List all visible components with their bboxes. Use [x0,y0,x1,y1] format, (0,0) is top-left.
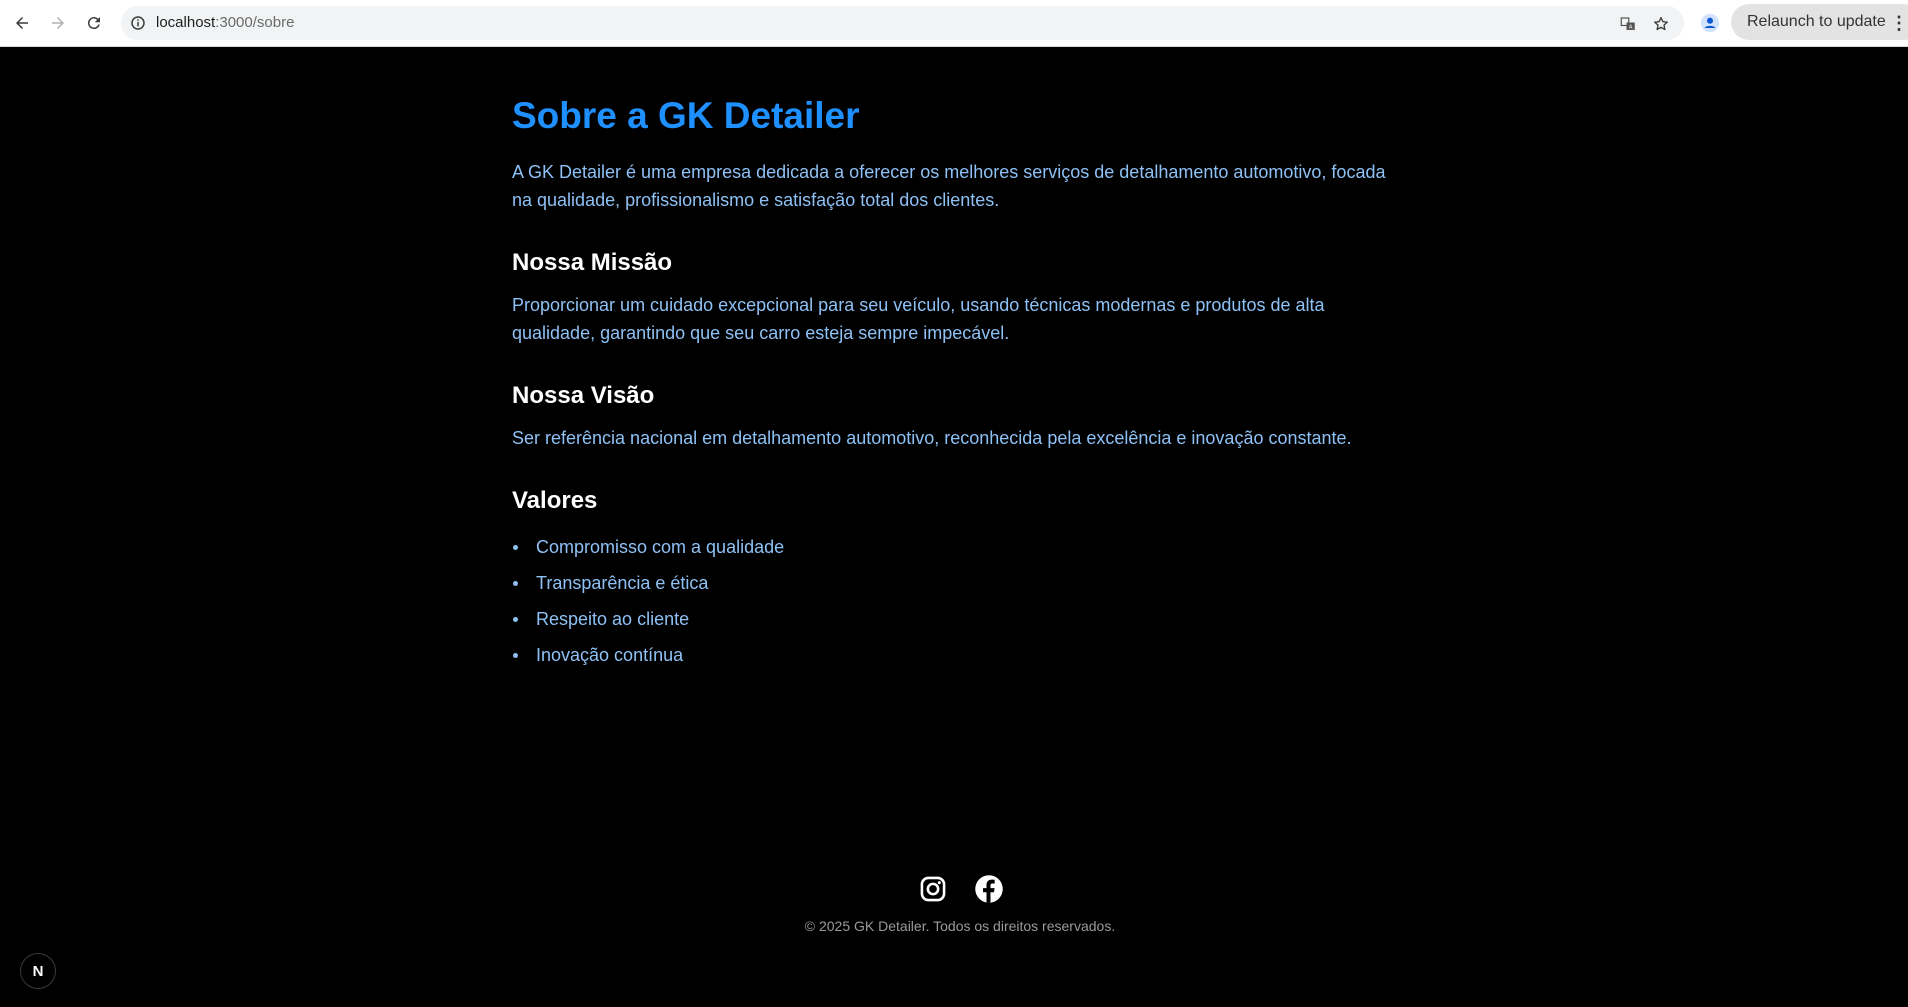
mission-heading: Nossa Missão [512,249,673,276]
forward-button[interactable] [46,11,70,35]
list-item: Inovação contínua [512,637,1392,673]
reload-icon [87,17,100,30]
arrow-left-icon [16,17,28,29]
list-item: Compromisso com a qualidade [512,529,1392,565]
values-heading: Valores [512,487,598,514]
info-icon[interactable] [129,14,147,32]
url-path: :3000/sobre [215,14,295,31]
back-button[interactable] [10,11,34,35]
browser-menu-icon[interactable]: ⋮ [1890,12,1908,34]
list-item: Transparência e ética [512,565,1392,601]
profile-avatar-icon[interactable] [1698,11,1722,35]
intro-paragraph: A GK Detailer é uma empresa dedicada a o… [512,162,1386,210]
values-list: Compromisso com a qualidade Transparênci… [512,529,1392,673]
bookmark-star-icon[interactable] [1651,14,1671,34]
svg-text:A: A [1629,25,1633,31]
url-host: localhost [156,14,216,31]
instagram-icon[interactable] [918,874,948,904]
reload-button[interactable] [82,11,106,35]
vision-heading: Nossa Visão [512,382,655,409]
page-title: Sobre a GK Detailer [512,95,860,136]
browser-toolbar: localhost:3000/sobre A Relaunch to updat… [0,0,1908,47]
copyright-text: © 2025 GK Detailer. Todos os direitos re… [804,918,1116,934]
list-item: Respeito ao cliente [512,601,1392,637]
url-text[interactable]: localhost:3000/sobre [156,14,294,31]
vision-text: Ser referência nacional em detalhamento … [512,428,1352,448]
mission-text: Proporcionar um cuidado excepcional para… [512,295,1325,343]
facebook-icon[interactable] [974,874,1004,904]
social-links [918,874,1004,904]
nextjs-logo-icon: N [32,962,44,980]
about-page-content: Sobre a GK Detailer A GK Detailer é uma … [512,47,1392,673]
arrow-right-icon [52,17,64,29]
translate-icon[interactable]: A [1618,14,1638,34]
address-bar[interactable]: localhost:3000/sobre A [121,6,1684,40]
relaunch-to-update-button[interactable]: Relaunch to update [1731,4,1908,40]
nextjs-dev-indicator-button[interactable]: N [20,953,56,989]
